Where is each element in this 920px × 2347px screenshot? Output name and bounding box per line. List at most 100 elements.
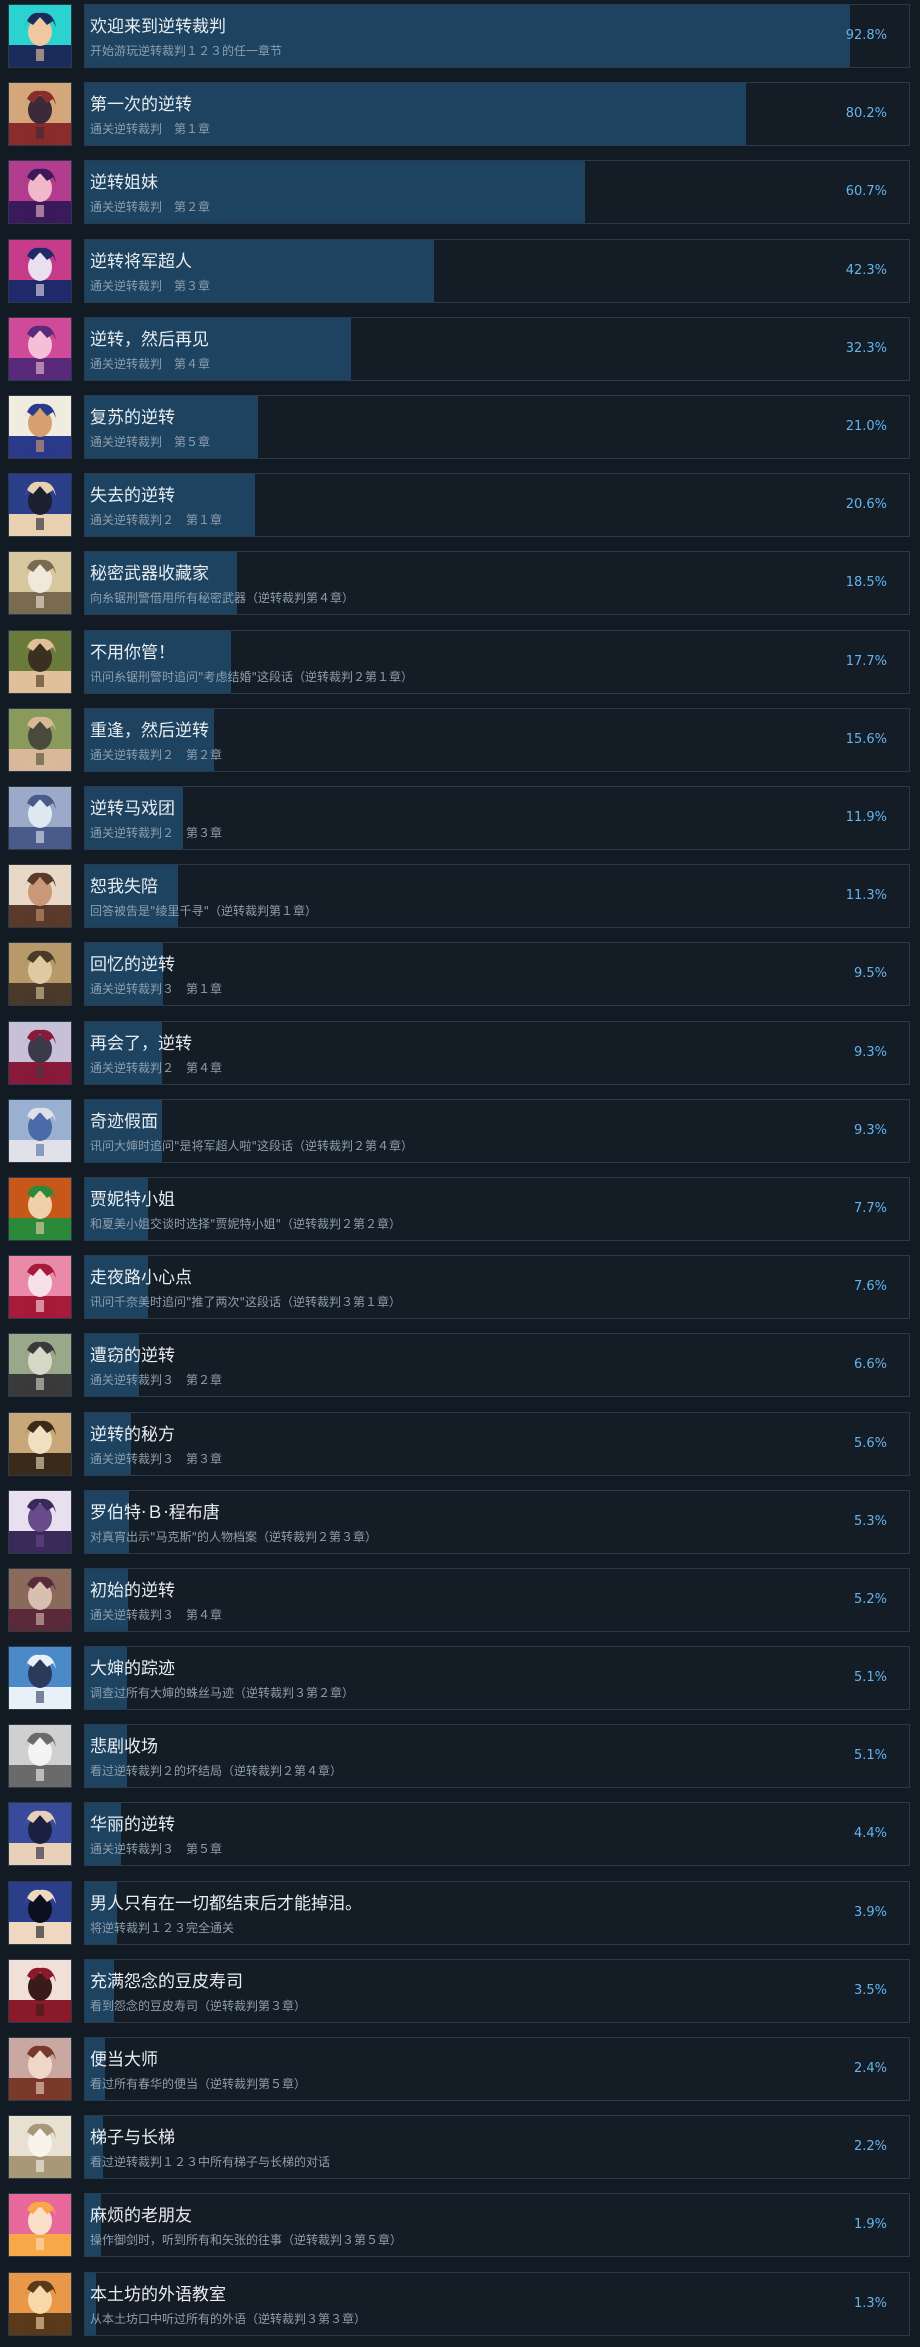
achievement-row[interactable]: 再会了，逆转通关逆转裁判２ 第４章 9.3% bbox=[0, 1017, 920, 1087]
achievement-title: 逆转将军超人 bbox=[90, 251, 192, 272]
achievement-row[interactable]: 复苏的逆转 通关逆转裁判 第５章 21.0% bbox=[0, 391, 920, 461]
unlock-percentage: 3.5% bbox=[853, 1982, 887, 1998]
dahlia-portrait bbox=[8, 1255, 72, 1320]
achievement-description: 通关逆转裁判３ 第４章 bbox=[90, 1607, 223, 1622]
achievement-card: 大婶的踪迹 调查过所有大婶的蛛丝马迹（逆转裁判３第２章） 5.1% bbox=[84, 1646, 910, 1711]
lotta-hart-portrait bbox=[8, 1176, 72, 1241]
achievement-title: 复苏的逆转 bbox=[90, 407, 175, 428]
achievement-card: 罗伯特·Ｂ·程布唐 对真宵出示"马克斯"的人物档案（逆转裁判２第３章） 5.3% bbox=[84, 1489, 910, 1554]
achievement-list: 欢迎来到逆转裁判 开始游玩逆转裁判１２３的任一章节 92.8% 第一次的逆转 通关逆转裁… bbox=[0, 0, 920, 2347]
achievement-title: 秘密武器收藏家 bbox=[90, 564, 209, 585]
achievement-description: 操作御剑时，听到所有和矢张的往事（逆转裁判３第５章） bbox=[90, 2233, 403, 2248]
achievement-row[interactable]: 逆转马戏团 通关逆转裁判２ 第３章 11.9% bbox=[0, 782, 920, 852]
achievement-card: 便当大师 看过所有春华的便当（逆转裁判第５章） 2.4% bbox=[84, 2037, 910, 2102]
achievement-description: 看过逆转裁判１２３中所有梯子与长梯的对话 bbox=[90, 2155, 331, 2170]
achievement-title: 麻烦的老朋友 bbox=[90, 2206, 192, 2227]
achievement-row[interactable]: 遭窃的逆转 通关逆转裁判３ 第２章 6.6% bbox=[0, 1329, 920, 1399]
unlock-percentage: 20.6% bbox=[845, 497, 887, 513]
achievement-row[interactable]: 逆转姐妹 通关逆转裁判 第２章 60.7% bbox=[0, 156, 920, 226]
achievement-card: 初始的逆转通关逆转裁判３ 第４章 5.2% bbox=[84, 1567, 910, 1632]
recipe-portrait bbox=[8, 1411, 72, 1476]
achievement-row[interactable]: 回忆的逆转 通关逆转裁判３ 第１章 9.5% bbox=[0, 938, 920, 1008]
unlock-percentage: 60.7% bbox=[845, 184, 887, 200]
achievement-description: 讯问大婶时追问"是将军超人啦"这段话（逆转裁判２第４章） bbox=[90, 1138, 414, 1153]
achievement-title: 逆转姐妹 bbox=[90, 173, 158, 194]
achievement-card: 华丽的逆转 通关逆转裁判３ 第５章 4.4% bbox=[84, 1802, 910, 1867]
achievement-title: 恕我失陪 bbox=[90, 877, 158, 898]
achievement-row[interactable]: 男人只有在一切都结束后才能掉泪。 将逆转裁判１２３完全通关 3.9% bbox=[0, 1877, 920, 1947]
unlock-percentage: 5.6% bbox=[853, 1435, 887, 1451]
achievement-row[interactable]: 贾妮特小姐 和夏美小姐交谈时选择"贾妮特小姐"（逆转裁判２第２章） 7.7% bbox=[0, 1173, 920, 1243]
achievement-row[interactable]: 初始的逆转通关逆转裁判３ 第４章 5.2% bbox=[0, 1564, 920, 1634]
achievement-description: 通关逆转裁判２ 第４章 bbox=[90, 1060, 223, 1075]
unlock-percentage: 9.3% bbox=[853, 1044, 887, 1060]
achievement-description: 看到怨念的豆皮寿司（逆转裁判第３章） bbox=[90, 1998, 307, 2013]
achievement-card: 充满怨念的豆皮寿司 看到怨念的豆皮寿司（逆转裁判第３章） 3.5% bbox=[84, 1958, 910, 2023]
reunion-portrait bbox=[8, 707, 72, 772]
achievement-row[interactable]: 重逢，然后逆转 通关逆转裁判２ 第２章 15.6% bbox=[0, 704, 920, 774]
achievement-title: 贾妮特小姐 bbox=[90, 1189, 175, 1210]
achievement-description: 开始游玩逆转裁判１２３的任一章节 bbox=[90, 44, 283, 58]
achievement-description: 通关逆转裁判 第４章 bbox=[90, 356, 211, 371]
episode-4-portrait bbox=[8, 316, 72, 381]
unlock-percentage: 5.1% bbox=[853, 1670, 887, 1686]
unlock-percentage: 17.7% bbox=[845, 653, 887, 669]
unlock-percentage: 2.2% bbox=[853, 2139, 887, 2155]
farewell-portrait bbox=[8, 1020, 72, 1085]
achievement-row[interactable]: 奇迹假面 讯问大婶时追问"是将军超人啦"这段话（逆转裁判２第４章） 9.3% bbox=[0, 1095, 920, 1165]
achievement-description: 通关逆转裁判３ 第３章 bbox=[90, 1451, 223, 1466]
achievement-title: 重逢，然后逆转 bbox=[90, 720, 209, 741]
achievement-card: 遭窃的逆转 通关逆转裁判３ 第２章 6.6% bbox=[84, 1333, 910, 1398]
achievement-card: 秘密武器收藏家 向糸锯刑警借用所有秘密武器（逆转裁判第４章） 18.5% bbox=[84, 551, 910, 616]
achievement-row[interactable]: 罗伯特·Ｂ·程布唐 对真宵出示"马克斯"的人物档案（逆转裁判２第３章） 5.3% bbox=[0, 1486, 920, 1556]
unlock-percentage: 7.6% bbox=[853, 1279, 887, 1295]
achievement-card: 麻烦的老朋友 操作御剑时，听到所有和矢张的往事（逆转裁判３第５章） 1.9% bbox=[84, 2193, 910, 2258]
achievement-description: 讯问糸锯刑警时追问"考虑结婚"这段话（逆转裁判２第１章） bbox=[90, 669, 414, 684]
achievement-row[interactable]: 逆转，然后再见 通关逆转裁判 第４章 32.3% bbox=[0, 313, 920, 383]
achievement-title: 遭窃的逆转 bbox=[90, 1346, 175, 1367]
achievement-description: 通关逆转裁判３ 第２章 bbox=[90, 1373, 223, 1388]
achievement-title: 走夜路小心点 bbox=[90, 1268, 192, 1289]
achievement-description: 通关逆转裁判３ 第１章 bbox=[90, 982, 223, 997]
achievement-row[interactable]: 充满怨念的豆皮寿司 看到怨念的豆皮寿司（逆转裁判第３章） 3.5% bbox=[0, 1955, 920, 2025]
achievement-row[interactable]: 大婶的踪迹 调查过所有大婶的蛛丝马迹（逆转裁判３第２章） 5.1% bbox=[0, 1642, 920, 1712]
achievement-row[interactable]: 不用你管！ 讯问糸锯刑警时追问"考虑结婚"这段话（逆转裁判２第１章） 17.7% bbox=[0, 626, 920, 696]
unlock-percentage: 18.5% bbox=[845, 575, 887, 591]
wendy-oldbag-portrait bbox=[8, 1098, 72, 1163]
achievement-row[interactable]: 悲剧收场 看过逆转裁判２的坏结局（逆转裁判２第４章） 5.1% bbox=[0, 1720, 920, 1790]
achievement-title: 逆转马戏团 bbox=[90, 798, 175, 819]
achievement-description: 讯问千奈美时追问"推了两次"这段话（逆转裁判３第１章） bbox=[90, 1295, 402, 1310]
achievement-row[interactable]: 欢迎来到逆转裁判 开始游玩逆转裁判１２３的任一章节 92.8% bbox=[0, 0, 920, 70]
episode-3-portrait bbox=[8, 238, 72, 303]
achievement-card: 逆转的秘方 通关逆转裁判３ 第３章 5.6% bbox=[84, 1411, 910, 1476]
circus-portrait bbox=[8, 785, 72, 850]
unlock-percentage: 9.5% bbox=[853, 966, 887, 982]
achievement-row[interactable]: 本土坊的外语教室 从本土坊口中听过所有的外语（逆转裁判３第３章） 1.3% bbox=[0, 2268, 920, 2338]
achievement-row[interactable]: 逆转的秘方 通关逆转裁判３ 第３章 5.6% bbox=[0, 1408, 920, 1478]
achievement-row[interactable]: 逆转将军超人 通关逆转裁判 第３章 42.3% bbox=[0, 235, 920, 305]
achievement-title: 初始的逆转 bbox=[90, 1580, 175, 1601]
achievement-row[interactable]: 华丽的逆转 通关逆转裁判３ 第５章 4.4% bbox=[0, 1798, 920, 1868]
achievement-row[interactable]: 失去的逆转 通关逆转裁判２ 第１章 20.6% bbox=[0, 469, 920, 539]
achievement-row[interactable]: 走夜路小心点讯问千奈美时追问"推了两次"这段话（逆转裁判３第１章） 7.6% bbox=[0, 1251, 920, 1321]
achievement-card: 奇迹假面 讯问大婶时追问"是将军超人啦"这段话（逆转裁判２第４章） 9.3% bbox=[84, 1098, 910, 1163]
achievement-title: 再会了，逆转 bbox=[90, 1033, 192, 1054]
bento-portrait bbox=[8, 2037, 72, 2102]
camera-portrait bbox=[8, 1646, 72, 1711]
achievement-title: 悲剧收场 bbox=[90, 1737, 158, 1758]
achievement-row[interactable]: 秘密武器收藏家 向糸锯刑警借用所有秘密武器（逆转裁判第４章） 18.5% bbox=[0, 547, 920, 617]
episode-1-portrait bbox=[8, 82, 72, 147]
achievement-title: 奇迹假面 bbox=[90, 1111, 158, 1132]
unlock-percentage: 7.7% bbox=[853, 1200, 887, 1216]
achievement-description: 通关逆转裁判 第５章 bbox=[90, 434, 211, 449]
achievement-row[interactable]: 恕我失陪 回答被告是"绫里千寻"（逆转裁判第１章） 11.3% bbox=[0, 860, 920, 930]
achievement-row[interactable]: 梯子与长梯 看过逆转裁判１２３中所有梯子与长梯的对话 2.2% bbox=[0, 2111, 920, 2181]
ladder-portrait bbox=[8, 2115, 72, 2180]
achievement-description: 调查过所有大婶的蛛丝马迹（逆转裁判３第２章） bbox=[90, 1686, 355, 1701]
unlock-percentage: 92.8% bbox=[845, 28, 887, 43]
unlock-percentage: 5.2% bbox=[853, 1591, 887, 1607]
achievement-row[interactable]: 第一次的逆转 通关逆转裁判 第１章 80.2% bbox=[0, 78, 920, 148]
achievement-row[interactable]: 便当大师 看过所有春华的便当（逆转裁判第５章） 2.4% bbox=[0, 2033, 920, 2103]
achievement-title: 第一次的逆转 bbox=[90, 95, 192, 116]
achievement-row[interactable]: 麻烦的老朋友 操作御剑时，听到所有和矢张的往事（逆转裁判３第５章） 1.9% bbox=[0, 2189, 920, 2259]
